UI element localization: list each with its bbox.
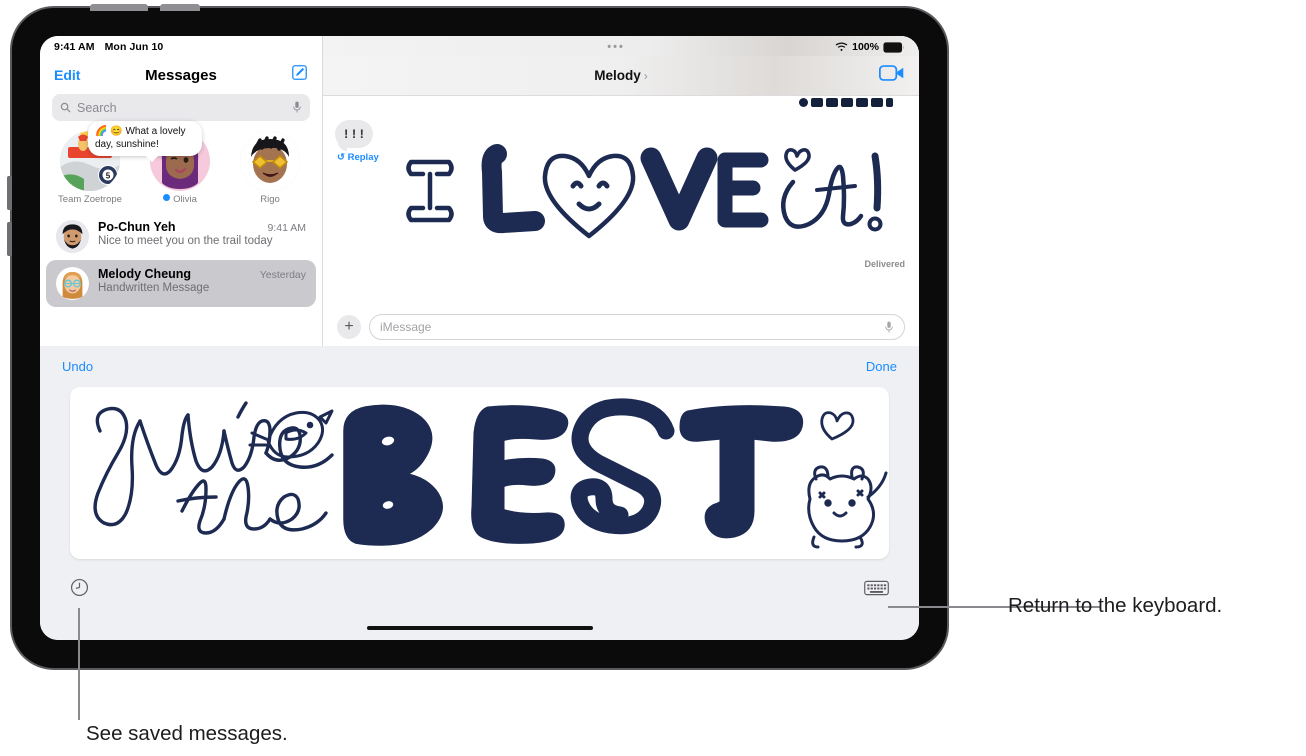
device-volume-up-button (7, 176, 12, 210)
home-indicator[interactable] (366, 626, 593, 630)
chat-pane: ••• 100% Melody › !!! ↺ Replay Delivered… (323, 36, 919, 346)
handwriting-panel: Undo Done (40, 346, 919, 640)
status-bar-right: ••• 100% (323, 36, 919, 56)
wifi-icon (835, 42, 848, 51)
handwritten-message-i-love-it[interactable] (393, 124, 893, 254)
undo-button[interactable]: Undo (62, 359, 93, 374)
battery-percent: 100% (852, 41, 879, 53)
imessage-placeholder: iMessage (380, 320, 432, 334)
chat-contact-title[interactable]: Melody › (323, 68, 919, 83)
avatar (56, 220, 89, 253)
device-top-button-1 (90, 4, 148, 11)
callout-leader-line-saved (78, 608, 80, 720)
message-bubble-received[interactable]: !!! (335, 120, 373, 151)
replay-button[interactable]: ↺ Replay (337, 152, 379, 163)
conversation-header: Po-Chun Yeh 9:41 AM (98, 220, 306, 234)
svg-text:5: 5 (106, 172, 111, 181)
multitask-handle[interactable]: ••• (607, 41, 625, 53)
keyboard-icon[interactable] (864, 579, 889, 602)
search-container: Search (40, 94, 322, 121)
unread-dot (163, 194, 171, 201)
handwriting-toolbar: Undo Done (40, 346, 919, 386)
avatar (240, 131, 300, 191)
messages-app: 9:41 AM Mon Jun 10 Edit Messages Search … (40, 36, 919, 346)
pinned-item-label: Team Zoetrope (58, 194, 122, 205)
device-screen: 9:41 AM Mon Jun 10 Edit Messages Search … (40, 36, 919, 640)
olivia-message-preview-bubble: 🌈 😊 What a lovely day, sunshine! (88, 121, 202, 162)
redacted-message (799, 98, 893, 107)
avatar (56, 267, 89, 300)
table-row[interactable]: Melody Cheung Yesterday Handwritten Mess… (46, 260, 316, 307)
microphone-icon[interactable] (884, 321, 894, 334)
device-top-button-2 (160, 4, 200, 11)
status-indicators: 100% (835, 41, 905, 53)
handwriting-tool-row (40, 569, 919, 611)
table-row[interactable]: Po-Chun Yeh 9:41 AM Nice to meet you on … (46, 213, 316, 260)
contact-name: Po-Chun Yeh (98, 220, 176, 234)
conversation-list: Po-Chun Yeh 9:41 AM Nice to meet you on … (40, 213, 322, 307)
clock-icon[interactable] (70, 578, 89, 602)
plus-icon[interactable]: + (337, 315, 361, 339)
device-volume-down-button (7, 222, 12, 256)
callout-text-saved: See saved messages. (86, 722, 288, 745)
timestamp: 9:41 AM (267, 222, 306, 234)
message-preview: Nice to meet you on the trail today (98, 235, 273, 247)
status-time: 9:41 AM (54, 41, 95, 53)
status-bar-left: 9:41 AM Mon Jun 10 (40, 36, 322, 56)
video-camera-icon[interactable] (879, 64, 905, 87)
ipad-device-frame: 9:41 AM Mon Jun 10 Edit Messages Search … (7, 4, 947, 668)
pinned-item-label: Olivia (138, 194, 222, 205)
handwriting-canvas[interactable] (70, 387, 889, 559)
message-preview: Handwritten Message (98, 282, 210, 294)
battery-icon (883, 41, 904, 53)
edit-button[interactable]: Edit (54, 67, 80, 83)
screenshot-root: 9:41 AM Mon Jun 10 Edit Messages Search … (0, 0, 1306, 756)
pinned-conversations: 5 Team Zoetrope Olivia Rigo 🌈 😊 What a l… (40, 121, 322, 205)
search-placeholder: Search (77, 100, 117, 115)
chat-nav-bar: Melody › (323, 56, 919, 96)
microphone-icon[interactable] (292, 101, 302, 114)
sidebar-nav-bar: Edit Messages (40, 56, 322, 94)
pinned-label-text: Olivia (173, 194, 197, 205)
status-date: Mon Jun 10 (104, 41, 164, 53)
conversation-header: Melody Cheung Yesterday (98, 267, 306, 281)
page-title: Messages (145, 66, 217, 84)
replay-arrow-icon: ↺ (337, 152, 345, 163)
timestamp: Yesterday (259, 269, 306, 281)
conversation-body: Melody Cheung Yesterday Handwritten Mess… (98, 267, 306, 294)
done-button[interactable]: Done (866, 359, 897, 374)
chevron-right-icon: › (643, 69, 648, 83)
replay-label: Replay (347, 152, 379, 163)
imessage-input[interactable]: iMessage (369, 314, 905, 340)
bubble-emoji: 🌈 😊 (95, 126, 123, 137)
search-icon (60, 102, 71, 113)
conversation-body: Po-Chun Yeh 9:41 AM Nice to meet you on … (98, 220, 306, 247)
chat-title-text: Melody (594, 68, 641, 83)
callout-text-keyboard: Return to the keyboard. (1008, 594, 1223, 617)
chat-messages: !!! ↺ Replay Delivered + iMessage (323, 96, 919, 346)
contact-name: Melody Cheung (98, 267, 192, 281)
search-input[interactable]: Search (52, 94, 310, 121)
pinned-item-label: Rigo (260, 194, 280, 205)
delivery-status: Delivered (864, 259, 905, 269)
message-composer: + iMessage (323, 314, 919, 340)
messages-sidebar: 9:41 AM Mon Jun 10 Edit Messages Search … (40, 36, 323, 346)
bubble-text: !!! (342, 126, 366, 142)
pinned-item-rigo[interactable]: Rigo (228, 131, 312, 205)
compose-icon[interactable] (291, 64, 308, 86)
